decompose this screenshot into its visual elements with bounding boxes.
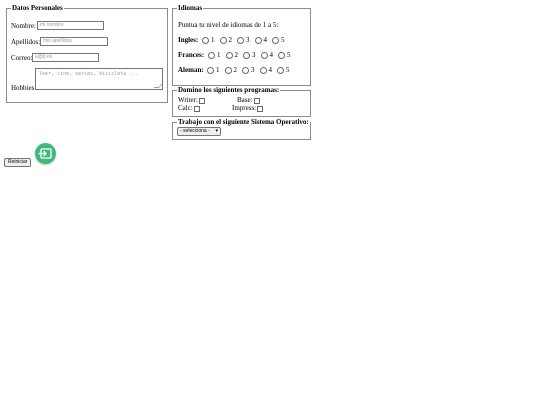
checkbox-calc[interactable] [193,105,200,112]
program-calc: Calc: [178,104,200,113]
language-label: Frances: [178,51,205,59]
idiomas-legend: Idiomas [178,4,203,12]
radio-ingles-1[interactable] [202,37,209,44]
so-legend: Trabajo con el siguiente Sistema Operati… [178,118,309,126]
level-label: 4 [263,36,268,44]
hobbies-placeholder: leer, cine, series, bicicleta ... [39,71,139,77]
resize-grip-icon[interactable] [153,83,162,88]
language-row-frances: Frances: 1 2 3 4 5 [178,51,296,60]
radio-frances-5[interactable] [278,52,285,59]
radio-frances-2[interactable] [225,52,233,59]
hobbies-textarea[interactable]: leer, cine, series, bicicleta ... [35,68,163,90]
level-label: 1 [217,51,221,59]
radio-ingles-3[interactable] [237,37,244,44]
reset-button[interactable]: Reiniciar [4,158,32,167]
radio-aleman-5[interactable] [277,67,284,74]
level-label: 2 [234,51,239,59]
so-selected-value: - selecciona - [180,128,210,134]
radio-aleman-3[interactable] [242,67,249,74]
hobbies-label: Hobbies: [11,84,37,92]
apellidos-label: Apellidos: [11,38,41,46]
correo-input[interactable]: a@b.es [32,53,99,62]
personal-data-legend: Datos Personales [12,4,63,12]
radio-frances-4[interactable] [260,52,268,59]
checkbox-base[interactable] [253,97,260,104]
level-label: 3 [246,36,250,44]
radio-aleman-4[interactable] [259,67,267,74]
level-label: 5 [286,66,290,74]
level-label: 3 [251,66,255,74]
language-label: Ingles: [178,36,199,44]
input-icon [38,148,52,159]
radio-frances-1[interactable] [208,52,215,59]
level-label: 2 [233,66,238,74]
apellidos-input[interactable]: mis apellidos [40,37,108,46]
program-impress: Impress: [232,104,264,113]
level-label: 5 [287,51,291,59]
level-label: 2 [228,36,233,44]
idiomas-intro: Puntua tu nivel de idiomas de 1 a 5: [178,21,279,29]
language-label: Aleman: [178,66,204,74]
level-label: 1 [216,66,220,74]
level-label: 5 [281,36,285,44]
input-fab-button[interactable] [35,143,56,164]
correo-label: Correo: [11,54,33,62]
nombre-input[interactable]: mi nombre [37,21,104,30]
radio-frances-3[interactable] [243,52,250,59]
level-label: 4 [268,66,273,74]
radio-aleman-2[interactable] [224,67,232,74]
program-label: Impress: [232,104,257,112]
checkbox-impress[interactable] [257,105,264,112]
program-label: Calc: [178,104,193,112]
level-label: 1 [211,36,215,44]
language-row-ingles: Ingles: 1 2 3 4 5 [178,36,290,45]
radio-ingles-4[interactable] [254,37,262,44]
language-row-aleman: Aleman: 1 2 3 4 5 [178,66,295,75]
level-label: 3 [252,51,256,59]
radio-ingles-5[interactable] [272,37,279,44]
radio-aleman-1[interactable] [207,67,214,74]
checkbox-writer[interactable] [198,97,205,104]
chevron-down-icon: ▾ [215,128,218,134]
level-label: 4 [269,51,274,59]
nombre-label: Nombre: [11,22,36,30]
programas-legend: Domino los siguientes programas: [178,86,280,94]
so-select[interactable]: - selecciona - ▾ [177,127,221,136]
radio-ingles-2[interactable] [219,37,227,44]
